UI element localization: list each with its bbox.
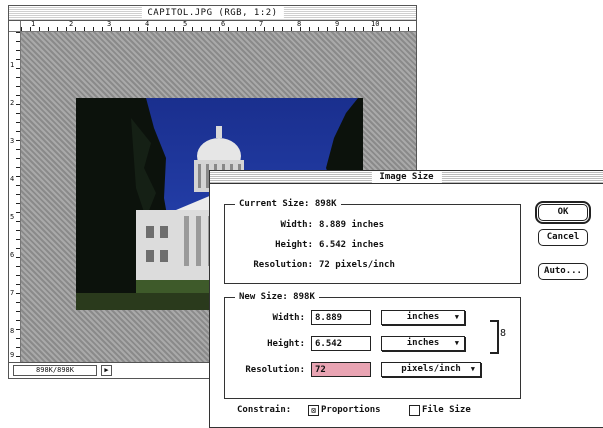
ruler-h-label: 8 bbox=[297, 20, 302, 28]
new-resolution-label: Resolution: bbox=[245, 365, 305, 375]
ruler-h-label: 7 bbox=[259, 20, 264, 28]
height-unit-select[interactable]: inches ▼ bbox=[381, 336, 465, 351]
new-size-group: New Size: 898K Width: 8.889 inches ▼ Hei… bbox=[224, 291, 521, 399]
chevron-down-icon: ▼ bbox=[470, 365, 475, 373]
height-input[interactable]: 6.542 bbox=[311, 336, 371, 351]
current-height-value: 6.542 inches bbox=[319, 240, 385, 250]
new-height-label: Height: bbox=[267, 339, 305, 349]
auto-button[interactable]: Auto... bbox=[538, 263, 588, 280]
file-size-readout: 898K/898K bbox=[13, 365, 97, 376]
resolution-unit-select[interactable]: pixels/inch ▼ bbox=[381, 362, 481, 377]
ruler-h-label: 2 bbox=[69, 20, 74, 28]
ruler-h-label: 1 bbox=[31, 20, 36, 28]
current-size-group: Current Size: 898K Width: 8.889 inches H… bbox=[224, 198, 521, 284]
dialog-titlebar[interactable]: Image Size bbox=[210, 171, 603, 184]
cancel-button[interactable]: Cancel bbox=[538, 229, 588, 246]
current-height-label: Height: bbox=[275, 240, 313, 250]
horizontal-ruler: 1 2 3 4 5 6 7 8 9 10 bbox=[21, 21, 416, 32]
file-size-label[interactable]: File Size bbox=[422, 404, 471, 416]
ruler-v-label: 8 bbox=[10, 327, 15, 335]
proportions-label[interactable]: Proportions bbox=[321, 404, 381, 416]
proportion-link-bracket bbox=[490, 320, 499, 354]
ruler-v-label: 9 bbox=[10, 351, 15, 359]
new-size-legend: New Size: 898K bbox=[235, 291, 319, 303]
document-titlebar[interactable]: CAPITOL.JPG (RGB, 1:2) bbox=[9, 6, 416, 21]
chevron-down-icon: ▼ bbox=[454, 339, 459, 347]
ruler-h-label: 4 bbox=[145, 20, 150, 28]
width-unit-value: inches bbox=[406, 312, 440, 322]
current-resolution-value: 72 pixels/inch bbox=[319, 260, 395, 270]
document-title: CAPITOL.JPG (RGB, 1:2) bbox=[141, 7, 284, 19]
chain-link-icon: 8 bbox=[500, 328, 507, 339]
ruler-v-label: 3 bbox=[10, 137, 15, 145]
ruler-v-label: 7 bbox=[10, 289, 15, 297]
current-width-label: Width: bbox=[280, 220, 313, 230]
ruler-corner bbox=[9, 21, 21, 32]
ruler-h-label: 5 bbox=[183, 20, 188, 28]
resolution-unit-value: pixels/inch bbox=[401, 364, 461, 374]
dialog-title: Image Size bbox=[371, 171, 442, 183]
ruler-h-label: 6 bbox=[221, 20, 226, 28]
ruler-v-label: 4 bbox=[10, 175, 15, 183]
status-menu-arrow-icon[interactable]: ▶ bbox=[101, 365, 112, 376]
file-size-checkbox[interactable] bbox=[409, 405, 420, 416]
ruler-v-label: 2 bbox=[10, 99, 15, 107]
current-width-value: 8.889 inches bbox=[319, 220, 385, 230]
constrain-label: Constrain: bbox=[237, 405, 292, 415]
new-width-label: Width: bbox=[272, 313, 305, 323]
resolution-input[interactable]: 72 bbox=[311, 362, 371, 377]
ruler-h-label: 9 bbox=[335, 20, 340, 28]
ok-button[interactable]: OK bbox=[535, 201, 591, 224]
ruler-v-label: 1 bbox=[10, 61, 15, 69]
width-unit-select[interactable]: inches ▼ bbox=[381, 310, 465, 325]
current-size-legend: Current Size: 898K bbox=[235, 198, 341, 210]
proportions-checkbox[interactable]: ⊠ bbox=[308, 405, 319, 416]
height-unit-value: inches bbox=[406, 338, 440, 348]
ruler-h-label: 10 bbox=[371, 20, 380, 28]
chevron-down-icon: ▼ bbox=[454, 313, 459, 321]
vertical-ruler: 1 2 3 4 5 6 7 8 9 bbox=[9, 32, 21, 362]
ruler-v-label: 5 bbox=[10, 213, 15, 221]
current-resolution-label: Resolution: bbox=[253, 260, 313, 270]
ruler-v-label: 6 bbox=[10, 251, 15, 259]
image-size-dialog: Image Size Current Size: 898K Width: 8.8… bbox=[209, 170, 603, 428]
width-input[interactable]: 8.889 bbox=[311, 310, 371, 325]
ruler-h-label: 3 bbox=[107, 20, 112, 28]
